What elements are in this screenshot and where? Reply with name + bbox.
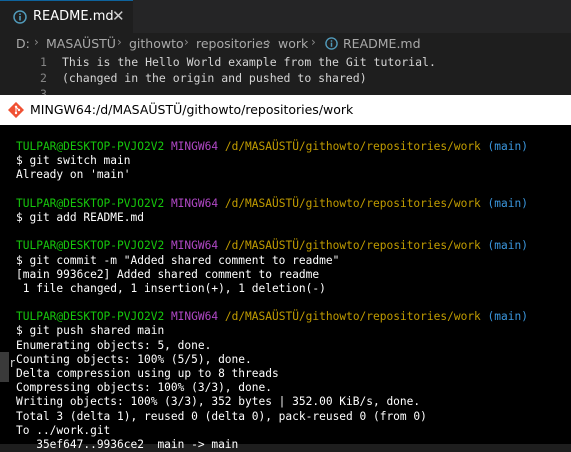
- output-line: Counting objects: 100% (5/5), done.: [16, 352, 252, 366]
- output-line: $ git switch main: [16, 154, 131, 168]
- prompt-env: MINGW64: [170, 239, 219, 253]
- terminal-title-bar[interactable]: MINGW64:/d/MASAÜSTÜ/githowto/repositorie…: [0, 95, 571, 125]
- breadcrumb: D: › MASAÜSTÜ › githowto › repositories …: [0, 33, 571, 55]
- output-line: Compressing objects: 100% (3/3), done.: [16, 381, 272, 395]
- background-window-letter: r: [10, 356, 15, 370]
- output-line: $ git add README.md: [16, 210, 144, 224]
- editor-tab-bar: README.md ✕: [0, 0, 571, 33]
- breadcrumb-item-drive[interactable]: D:: [16, 36, 30, 51]
- breadcrumb-item-desktop[interactable]: MASAÜSTÜ: [46, 36, 116, 51]
- breadcrumb-item-githowto[interactable]: githowto: [129, 36, 184, 51]
- code-line[interactable]: (changed in the origin and pushed to sha…: [62, 71, 367, 85]
- line-number: 2: [40, 71, 47, 85]
- breadcrumb-item-work[interactable]: work: [278, 36, 308, 51]
- output-line: 1 file changed, 1 insertion(+), 1 deleti…: [16, 281, 326, 295]
- chevron-right-icon: ›: [184, 35, 189, 49]
- chevron-right-icon: ›: [117, 35, 122, 49]
- code-line[interactable]: This is the Hello World example from the…: [62, 55, 436, 69]
- prompt-branch: (main): [487, 140, 528, 153]
- prompt-path: /d/MASAÜSTÜ/githowto/repositories/work: [224, 140, 481, 153]
- breadcrumb-item-repositories[interactable]: repositories: [196, 36, 270, 51]
- prompt-line: TULPAR@DESKTOP-PVJO2V2 MINGW64 /d/MASAÜS…: [16, 310, 571, 324]
- prompt-env: MINGW64: [170, 196, 219, 210]
- prompt-line: TULPAR@DESKTOP-PVJO2V2 MINGW64 /d/MASAÜS…: [16, 239, 571, 253]
- chevron-right-icon: ›: [266, 35, 271, 49]
- prompt-branch: (main): [487, 310, 528, 324]
- prompt-env: MINGW64: [170, 310, 219, 324]
- prompt-line: TULPAR@DESKTOP-PVJO2V2 MINGW64 /d/MASAÜS…: [16, 140, 571, 154]
- git-bash-icon: [8, 102, 24, 118]
- output-line: Writing objects: 100% (3/3), 352 bytes |…: [16, 395, 421, 409]
- chevron-right-icon: ›: [311, 35, 316, 49]
- output-line: Delta compression using up to 8 threads: [16, 367, 279, 380]
- prompt-path: /d/MASAÜSTÜ/githowto/repositories/work: [224, 310, 481, 324]
- chevron-right-icon: ›: [34, 35, 39, 49]
- prompt-path: /d/MASAÜSTÜ/githowto/repositories/work: [224, 239, 481, 253]
- prompt-user: TULPAR@DESKTOP-PVJO2V2: [16, 140, 165, 153]
- prompt-user: TULPAR@DESKTOP-PVJO2V2: [16, 310, 165, 324]
- tab-label: README.md: [33, 9, 114, 24]
- tab-readme[interactable]: README.md ✕: [0, 0, 133, 33]
- prompt-branch: (main): [487, 196, 528, 210]
- background-window-edge: [0, 352, 9, 382]
- output-line: 35ef647..9936ce2 main -> main: [16, 437, 239, 451]
- info-file-icon: [13, 10, 27, 24]
- output-line: [main 9936ce2] Added shared comment to r…: [16, 267, 320, 281]
- prompt-branch: (main): [487, 239, 528, 253]
- close-icon[interactable]: ✕: [112, 7, 125, 25]
- prompt-path: /d/MASAÜSTÜ/githowto/repositories/work: [224, 196, 481, 210]
- terminal-output[interactable]: TULPAR@DESKTOP-PVJO2V2 MINGW64 /d/MASAÜS…: [16, 140, 571, 452]
- output-line: $ git commit -m "Added shared comment to…: [16, 253, 340, 267]
- prompt-user: TULPAR@DESKTOP-PVJO2V2: [16, 239, 165, 253]
- terminal-title: MINGW64:/d/MASAÜSTÜ/githowto/repositorie…: [30, 102, 354, 117]
- output-line: To ../work.git: [16, 423, 111, 437]
- breadcrumb-item-file[interactable]: README.md: [343, 36, 421, 51]
- output-line: Total 3 (delta 1), reused 0 (delta 0), p…: [16, 409, 427, 423]
- prompt-env: MINGW64: [170, 140, 219, 153]
- prompt-user: TULPAR@DESKTOP-PVJO2V2: [16, 196, 165, 210]
- prompt-line: TULPAR@DESKTOP-PVJO2V2 MINGW64 /d/MASAÜS…: [16, 197, 571, 211]
- output-line: $ git push shared main: [16, 324, 165, 338]
- code-editor[interactable]: 1 This is the Hello World example from t…: [0, 55, 571, 101]
- info-file-icon: [325, 37, 338, 50]
- output-line: Enumerating objects: 5, done.: [16, 338, 212, 352]
- line-number: 1: [40, 55, 47, 69]
- output-line: Already on 'main': [16, 168, 131, 182]
